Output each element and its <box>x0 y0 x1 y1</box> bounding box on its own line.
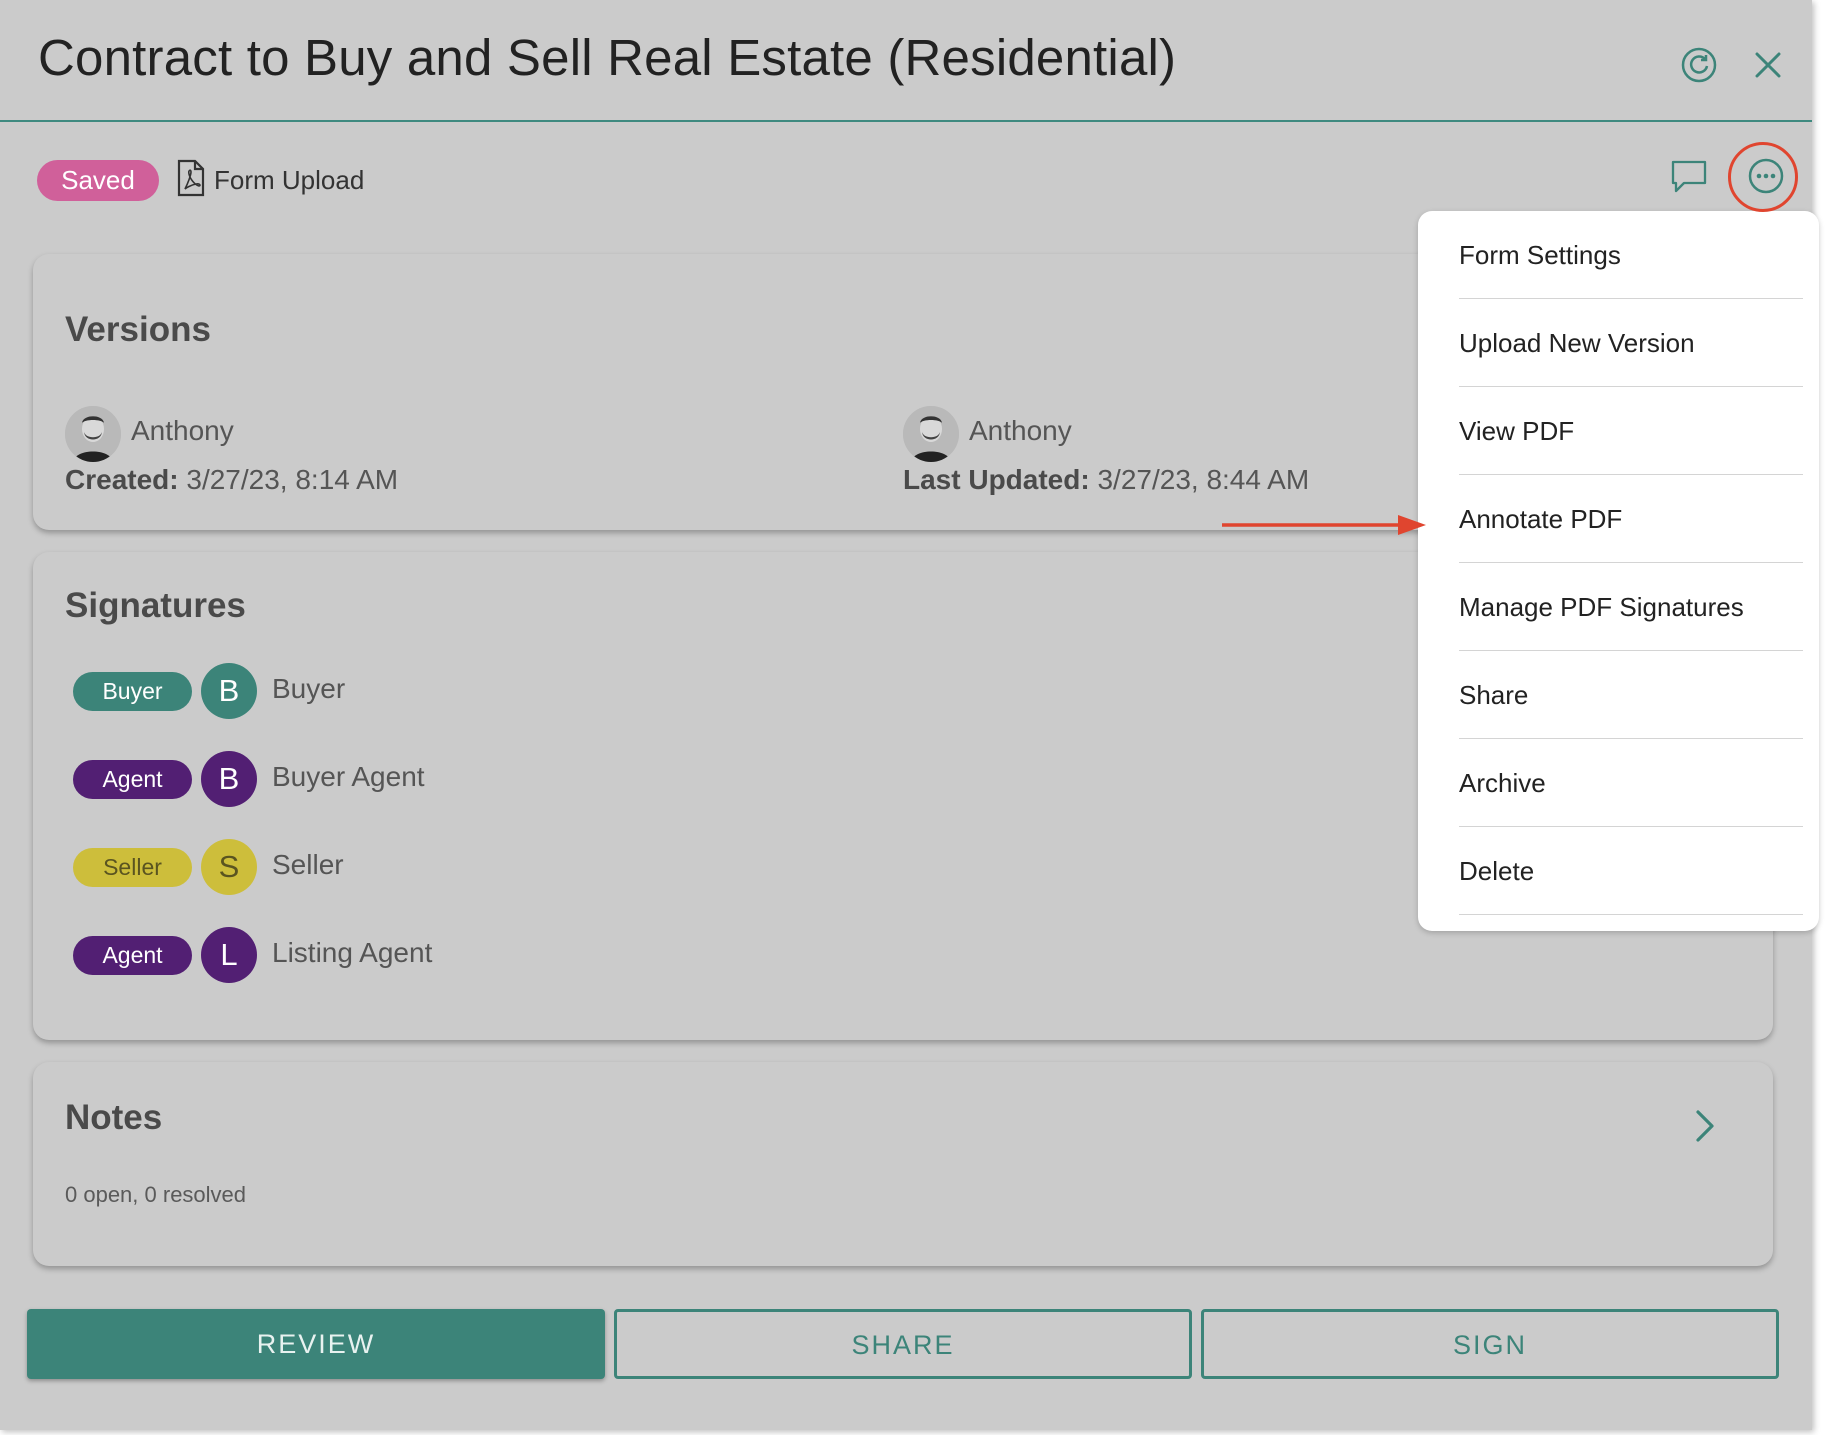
created-label: Created: <box>65 464 179 495</box>
menu-item-archive[interactable]: Archive <box>1459 739 1803 827</box>
menu-item-share[interactable]: Share <box>1459 651 1803 739</box>
signatures-title: Signatures <box>65 586 246 625</box>
notes-title: Notes <box>65 1098 163 1137</box>
updated-date: Last Updated: 3/27/23, 8:44 AM <box>903 464 1309 496</box>
signer-initial: S <box>201 839 257 895</box>
form-type-label: Form Upload <box>176 159 365 202</box>
updated-label: Last Updated: <box>903 464 1090 495</box>
sign-button[interactable]: SIGN <box>1201 1309 1779 1379</box>
share-button[interactable]: SHARE <box>614 1309 1192 1379</box>
status-badge: Saved <box>37 160 159 201</box>
versions-title: Versions <box>65 310 211 349</box>
updated-by-name: Anthony <box>969 415 1072 446</box>
comment-icon[interactable] <box>1670 159 1708 200</box>
created-date: Created: 3/27/23, 8:14 AM <box>65 464 398 496</box>
signer-name: Buyer Agent <box>272 761 425 792</box>
updated-value: 3/27/23, 8:44 AM <box>1097 464 1310 495</box>
refresh-icon[interactable] <box>1679 45 1719 90</box>
role-pill: Agent <box>73 760 192 799</box>
menu-item-form-settings[interactable]: Form Settings <box>1459 211 1803 299</box>
form-toolbar: Saved Form Upload <box>0 150 1812 210</box>
form-type-text: Form Upload <box>214 164 365 195</box>
highlight-ring <box>1728 142 1798 212</box>
avatar <box>903 406 959 462</box>
role-pill: Seller <box>73 848 192 887</box>
menu-item-view-pdf[interactable]: View PDF <box>1459 387 1803 475</box>
more-options-menu: Form Settings Upload New Version View PD… <box>1418 211 1819 931</box>
page-title: Contract to Buy and Sell Real Estate (Re… <box>38 29 1177 86</box>
menu-item-upload-new-version[interactable]: Upload New Version <box>1459 299 1803 387</box>
pdf-file-icon <box>176 159 206 202</box>
avatar <box>65 406 121 462</box>
role-pill: Buyer <box>73 672 192 711</box>
close-icon[interactable] <box>1753 50 1783 85</box>
created-by-name: Anthony <box>131 415 234 446</box>
signer-initial: B <box>201 663 257 719</box>
notes-summary: 0 open, 0 resolved <box>65 1182 247 1207</box>
modal-header: Contract to Buy and Sell Real Estate (Re… <box>0 0 1812 122</box>
signer-initial: B <box>201 751 257 807</box>
signer-name: Listing Agent <box>272 937 433 968</box>
signer-name: Buyer <box>272 673 346 704</box>
notes-card[interactable]: Notes 0 open, 0 resolved <box>33 1062 1773 1266</box>
role-pill: Agent <box>73 936 192 975</box>
created-value: 3/27/23, 8:14 AM <box>186 464 399 495</box>
menu-item-annotate-pdf[interactable]: Annotate PDF <box>1459 475 1803 563</box>
pointer-arrow-icon <box>1222 513 1428 542</box>
menu-item-manage-pdf-signatures[interactable]: Manage PDF Signatures <box>1459 563 1803 651</box>
review-button[interactable]: REVIEW <box>27 1309 605 1379</box>
chevron-right-icon[interactable] <box>1693 1108 1717 1149</box>
signer-name: Seller <box>272 849 344 880</box>
signer-initial: L <box>201 927 257 983</box>
menu-item-delete[interactable]: Delete <box>1459 827 1803 915</box>
